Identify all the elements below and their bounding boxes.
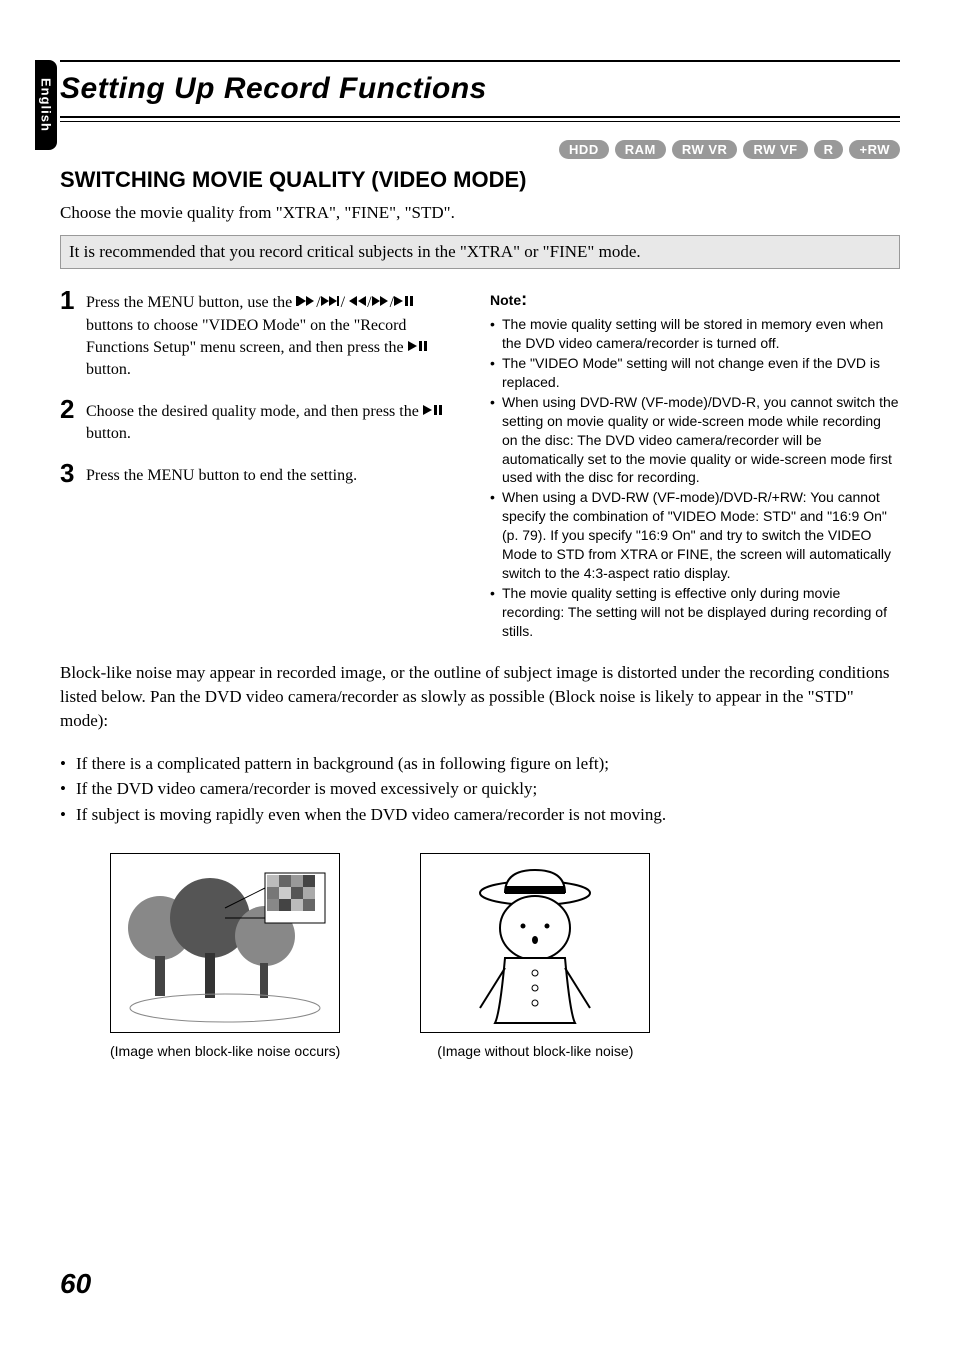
figure-clean: (Image without block-like noise) [420, 853, 650, 1059]
divider [60, 121, 900, 122]
step-item: 2 Choose the desired quality mode, and t… [60, 396, 460, 446]
skip-prev-icon [296, 292, 316, 314]
highlight-box: It is recommended that you record critic… [60, 235, 900, 269]
title-bar: Setting Up Record Functions [60, 60, 900, 122]
badge-hdd: HDD [559, 140, 609, 159]
block-noise-paragraph: Block-like noise may appear in recorded … [60, 661, 900, 732]
figure-caption: (Image without block-like noise) [437, 1043, 633, 1059]
note-item: When using DVD-RW (VF-mode)/DVD-R, you c… [490, 393, 900, 487]
step-text: Choose the desired quality mode, and the… [86, 403, 423, 420]
step-text: Press the MENU button to end the setting… [86, 467, 357, 484]
figure-caption: (Image when block-like noise occurs) [110, 1043, 340, 1059]
step-number: 2 [60, 396, 78, 422]
page-title: Setting Up Record Functions [60, 72, 900, 106]
step-text: button. [86, 425, 131, 442]
badge-rwvr: RW VR [672, 140, 738, 159]
note-colon: : [521, 289, 527, 309]
bullet-item: If the DVD video camera/recorder is move… [60, 776, 900, 802]
play-pause-icon [423, 401, 445, 423]
section-title: SWITCHING MOVIE QUALITY (VIDEO MODE) [60, 167, 900, 193]
step-item: 1 Press the MENU button, use the // // b… [60, 287, 460, 382]
play-pause-icon [394, 292, 416, 314]
badge-ram: RAM [615, 140, 666, 159]
language-label: English [39, 78, 54, 132]
step-body: Choose the desired quality mode, and the… [86, 396, 460, 446]
bullet-item: If subject is moving rapidly even when t… [60, 802, 900, 828]
step-body: Press the MENU button, use the // // but… [86, 287, 460, 382]
language-tab: English [35, 60, 57, 150]
note-label: Note [490, 292, 521, 308]
page-number: 60 [60, 1268, 91, 1300]
notes-column: Note: The movie quality setting will be … [490, 287, 900, 641]
note-list: The movie quality setting will be stored… [490, 315, 900, 640]
step-number: 1 [60, 287, 78, 313]
bullet-item: If there is a complicated pattern in bac… [60, 751, 900, 777]
step-body: Press the MENU button to end the setting… [86, 460, 357, 487]
badge-r: R [814, 140, 844, 159]
bullet-list: If there is a complicated pattern in bac… [60, 751, 900, 828]
divider [60, 116, 900, 118]
step-text: button. [86, 361, 131, 378]
badge-plusrw: +RW [849, 140, 900, 159]
figure-block-noise: (Image when block-like noise occurs) [110, 853, 340, 1059]
play-pause-icon [408, 337, 430, 359]
fast-forward-icon [372, 292, 390, 314]
figure-image-clean [420, 853, 650, 1033]
skip-next-icon [321, 292, 341, 314]
figure-image-noisy [110, 853, 340, 1033]
intro-text: Choose the movie quality from "XTRA", "F… [60, 203, 900, 223]
note-item: The movie quality setting is effective o… [490, 584, 900, 641]
step-number: 3 [60, 460, 78, 486]
step-text: Press the MENU button, use the [86, 294, 296, 311]
note-item: The movie quality setting will be stored… [490, 315, 900, 353]
step-text: buttons to choose "VIDEO Mode" on the "R… [86, 317, 408, 356]
steps-column: 1 Press the MENU button, use the // // b… [60, 287, 460, 641]
figures-row: (Image when block-like noise occurs) [60, 853, 900, 1059]
note-item: The "VIDEO Mode" setting will not change… [490, 354, 900, 392]
page-content: Setting Up Record Functions HDD RAM RW V… [60, 60, 900, 1059]
note-item: When using a DVD-RW (VF-mode)/DVD-R/+RW:… [490, 488, 900, 582]
badge-rwvf: RW VF [743, 140, 807, 159]
step-item: 3 Press the MENU button to end the setti… [60, 460, 460, 487]
media-badges: HDD RAM RW VR RW VF R +RW [60, 140, 900, 159]
rewind-icon [349, 292, 367, 314]
two-column-layout: 1 Press the MENU button, use the // // b… [60, 287, 900, 641]
